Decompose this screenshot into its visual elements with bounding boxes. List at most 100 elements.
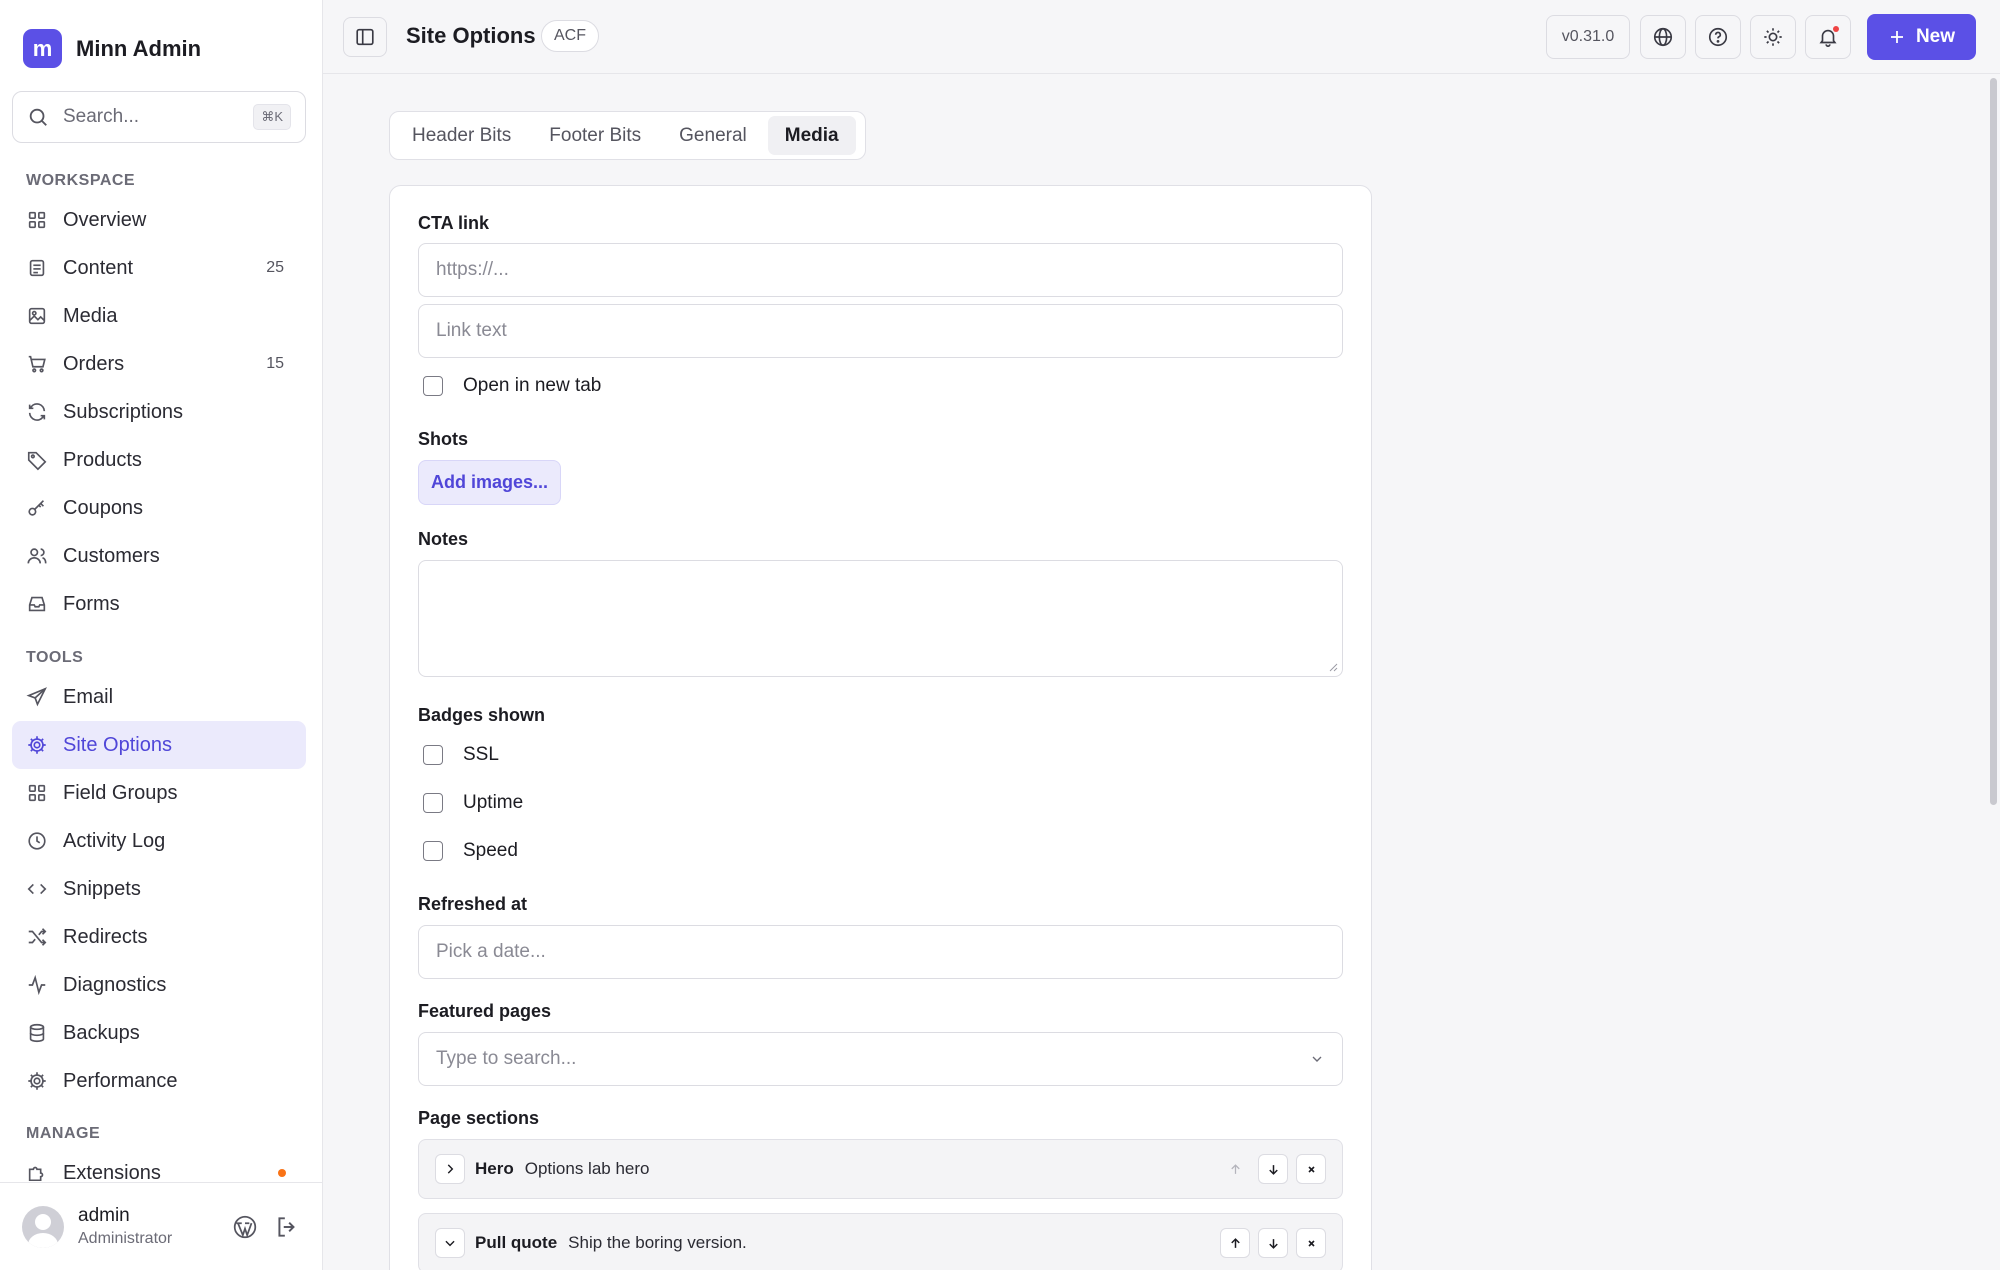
sidebar-item-label: Activity Log: [63, 829, 166, 852]
sidebar-item-label: Performance: [63, 1069, 178, 1092]
theme-toggle-button[interactable]: [1750, 15, 1796, 59]
sidebar-item-backups[interactable]: Backups: [12, 1009, 306, 1057]
badge-checkbox[interactable]: [423, 745, 443, 765]
search-placeholder: Search...: [63, 106, 140, 127]
add-images-button[interactable]: Add images...: [418, 460, 561, 505]
logout-icon[interactable]: [274, 1214, 300, 1240]
user-role: Administrator: [78, 1230, 173, 1247]
new-tab-checkbox[interactable]: [423, 376, 443, 396]
sidebar-item-performance[interactable]: Performance: [12, 1057, 306, 1105]
tab-media[interactable]: Media: [767, 116, 856, 155]
sidebar-item-label: Overview: [63, 208, 147, 231]
count-badge: 25: [266, 259, 284, 276]
arrow-up-icon: [1230, 1163, 1240, 1174]
page-title: Site Options: [406, 23, 536, 48]
notes-textarea[interactable]: [418, 560, 1343, 677]
gear-icon: [28, 1072, 46, 1090]
tab-header-bits[interactable]: Header Bits: [395, 116, 528, 155]
section-type: Pull quote: [475, 1233, 558, 1252]
badge-option-label: Speed: [463, 840, 518, 861]
sidebar-item-subscriptions[interactable]: Subscriptions: [12, 388, 306, 436]
badge-checkbox[interactable]: [423, 841, 443, 861]
help-button[interactable]: [1695, 15, 1741, 59]
sidebar-item-email[interactable]: Email: [12, 673, 306, 721]
badge-option-uptime[interactable]: Uptime: [423, 792, 523, 814]
remove-button[interactable]: [1296, 1154, 1326, 1184]
cta-url-field[interactable]: https://...: [418, 243, 1343, 297]
plus-icon: [1890, 31, 1903, 43]
sidebar-toggle-button[interactable]: [343, 17, 387, 57]
close-icon: [1307, 1239, 1315, 1247]
new-tab-option[interactable]: Open in new tab: [423, 375, 601, 397]
tag-icon: [27, 451, 47, 471]
users-icon: [27, 548, 47, 564]
section-actions: [1220, 1228, 1326, 1258]
move-up-button[interactable]: [1220, 1228, 1250, 1258]
expand-button[interactable]: [435, 1154, 465, 1184]
move-up-button[interactable]: [1220, 1154, 1250, 1184]
remove-button[interactable]: [1296, 1228, 1326, 1258]
sidebar-item-customers[interactable]: Customers: [12, 532, 306, 580]
sidebar-item-orders[interactable]: Orders 15: [12, 340, 306, 388]
move-down-button[interactable]: [1258, 1228, 1288, 1258]
sidebar-item-snippets[interactable]: Snippets: [12, 865, 306, 913]
brand[interactable]: m Minn Admin: [23, 29, 201, 68]
collapse-button[interactable]: [435, 1228, 465, 1258]
user-panel: admin Administrator: [0, 1182, 322, 1270]
gear-icon: [28, 736, 46, 754]
inbox-icon: [28, 596, 46, 612]
document-icon: [29, 259, 45, 277]
options-form-card: CTA link https://... Link text Open in n…: [389, 185, 1372, 1270]
sidebar-panel-icon: [356, 28, 374, 46]
section-type: Hero: [475, 1159, 514, 1178]
sidebar-item-forms[interactable]: Forms: [12, 580, 306, 628]
sidebar-item-products[interactable]: Products: [12, 436, 306, 484]
avatar[interactable]: [22, 1205, 64, 1248]
nav-manage: Extensions: [12, 1149, 306, 1181]
page-sections-label: Page sections: [418, 1108, 540, 1128]
move-down-button[interactable]: [1258, 1154, 1288, 1184]
sidebar-item-overview[interactable]: Overview: [12, 196, 306, 244]
resize-handle-icon[interactable]: [1328, 662, 1338, 672]
search-input[interactable]: Search... ⌘K: [12, 91, 306, 143]
tab-footer-bits[interactable]: Footer Bits: [532, 116, 658, 155]
cta-text-field[interactable]: Link text: [418, 304, 1343, 358]
badge-option-ssl[interactable]: SSL: [423, 744, 499, 766]
sidebar-item-label: Field Groups: [63, 781, 178, 804]
help-icon: [1708, 27, 1728, 47]
language-button[interactable]: [1640, 15, 1686, 59]
key-icon: [28, 500, 45, 516]
sidebar-item-diagnostics[interactable]: Diagnostics: [12, 961, 306, 1009]
shots-label: Shots: [418, 429, 469, 449]
notifications-button[interactable]: [1805, 15, 1851, 59]
badge-checkbox[interactable]: [423, 793, 443, 813]
tab-general[interactable]: General: [662, 116, 764, 155]
featured-pages-select[interactable]: Type to search...: [418, 1032, 1343, 1086]
page-section-row: Hero Options lab hero: [418, 1139, 1343, 1199]
sidebar-item-redirects[interactable]: Redirects: [12, 913, 306, 961]
cart-icon: [28, 355, 46, 373]
sidebar-item-extensions[interactable]: Extensions: [12, 1149, 306, 1181]
source-badge: ACF: [541, 20, 599, 52]
new-button[interactable]: New: [1867, 14, 1976, 60]
badges-label: Badges shown: [418, 705, 546, 725]
section-label-workspace: WORKSPACE: [26, 172, 136, 189]
page-scrollbar[interactable]: [1990, 78, 1997, 805]
sidebar-item-coupons[interactable]: Coupons: [12, 484, 306, 532]
date-picker-field[interactable]: Pick a date...: [418, 925, 1343, 979]
sidebar-item-activity-log[interactable]: Activity Log: [12, 817, 306, 865]
badge-option-speed[interactable]: Speed: [423, 840, 518, 862]
sidebar-item-media[interactable]: Media: [12, 292, 306, 340]
user-info: admin Administrator: [78, 1205, 232, 1248]
sidebar-item-field-groups[interactable]: Field Groups: [12, 769, 306, 817]
search-icon: [29, 108, 47, 126]
grid-icon: [28, 211, 46, 229]
sidebar-item-site-options[interactable]: Site Options: [12, 721, 306, 769]
sidebar-item-label: Email: [63, 685, 114, 708]
sidebar-item-label: Forms: [63, 592, 120, 615]
section-actions: [1220, 1154, 1326, 1184]
sidebar-item-label: Customers: [63, 544, 160, 567]
sidebar-item-content[interactable]: Content 25: [12, 244, 306, 292]
puzzle-icon: [28, 1166, 44, 1181]
wordpress-icon[interactable]: [232, 1214, 258, 1240]
